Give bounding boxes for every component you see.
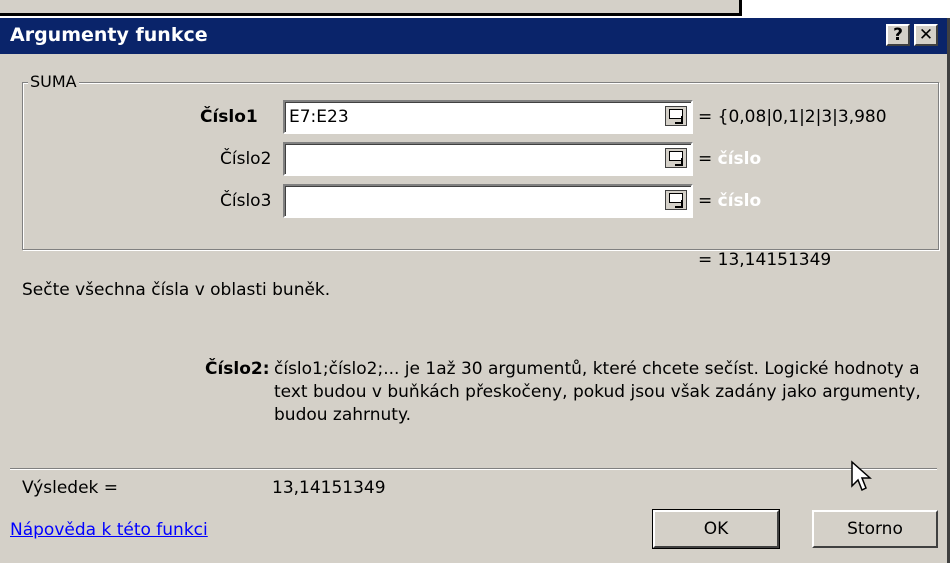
arg3-result: = číslo: [698, 191, 762, 211]
mouse-pointer-icon: [851, 460, 872, 492]
function-description: Sečte všechna čísla v oblasti buněk.: [22, 280, 331, 300]
arg1-input[interactable]: E7:E23: [283, 100, 693, 134]
arg-help-text-content: číslo1;číslo2;... je 1až 30 argumentů, k…: [274, 359, 921, 425]
arg1-value: E7:E23: [289, 107, 349, 127]
arg3-result-text: číslo: [717, 191, 762, 211]
collapse-dialog-icon[interactable]: [665, 148, 687, 168]
arg-help-name: Číslo2:: [205, 359, 270, 379]
formula-bar-remnant: [0, 0, 742, 16]
collapse-dialog-icon[interactable]: [665, 106, 687, 126]
arg3-label: Číslo3: [220, 191, 272, 211]
help-link[interactable]: Nápověda k této funkci: [10, 520, 208, 540]
arg3-input[interactable]: [283, 184, 693, 218]
close-button[interactable]: ✕: [914, 24, 938, 46]
arg1-label: Číslo1: [200, 107, 258, 127]
help-button[interactable]: ?: [886, 24, 910, 46]
close-icon: ✕: [918, 25, 934, 45]
title-bar: Argumenty funkce ? ✕: [0, 18, 947, 54]
arg2-input[interactable]: [283, 142, 693, 176]
function-name: SUMA: [28, 72, 79, 91]
divider: [10, 468, 937, 470]
arg2-result-text: číslo: [717, 149, 762, 169]
ok-button[interactable]: OK: [652, 509, 780, 549]
result-value: 13,14151349: [272, 478, 386, 498]
function-arguments-dialog: Argumenty funkce ? ✕ SUMA Číslo1 E7:E23 …: [0, 18, 950, 563]
arg-help-text: číslo1;číslo2;... je 1až 30 argumentů, k…: [274, 358, 934, 427]
result-label: Výsledek =: [22, 478, 119, 498]
arg2-label: Číslo2: [220, 149, 272, 169]
arg2-result: = číslo: [698, 149, 762, 169]
dialog-title: Argumenty funkce: [10, 24, 208, 46]
total-result: = 13,14151349: [698, 250, 832, 270]
cancel-button[interactable]: Storno: [812, 510, 938, 548]
arg1-result: = {0,08|0,1|2|3|3,980: [698, 107, 887, 127]
collapse-dialog-icon[interactable]: [665, 190, 687, 210]
